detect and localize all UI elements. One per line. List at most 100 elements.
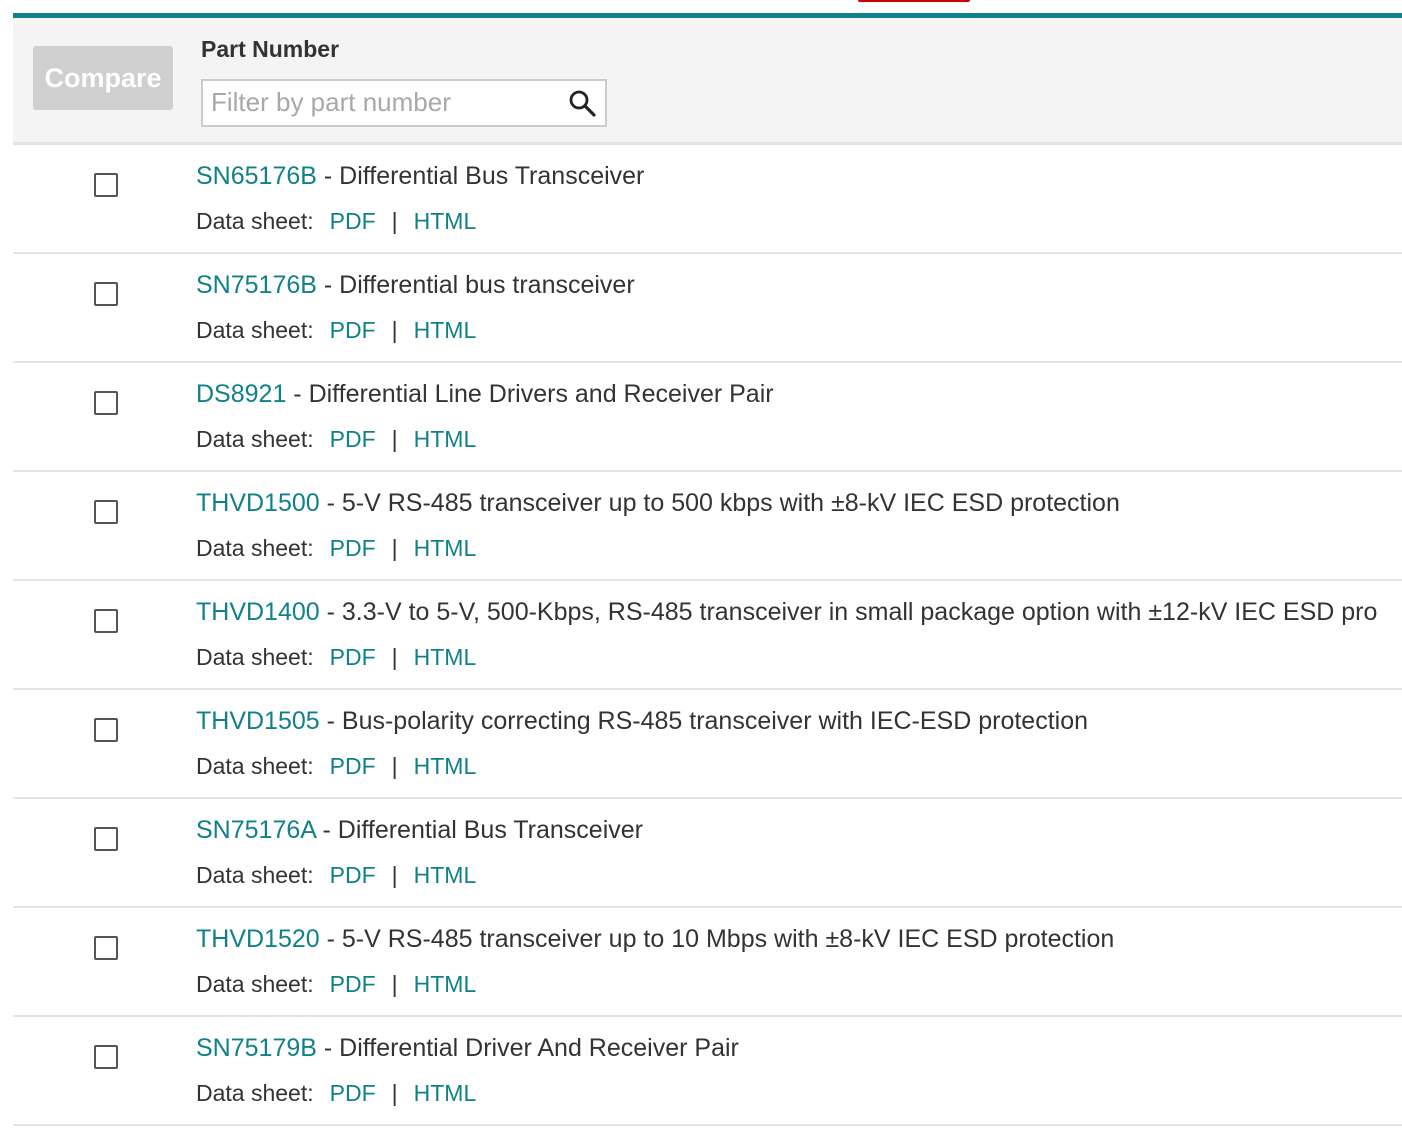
title-separator: - (316, 271, 340, 299)
pdf-link[interactable]: PDF (330, 971, 376, 997)
html-link[interactable]: HTML (414, 971, 477, 997)
link-divider: | (391, 535, 398, 561)
datasheet-label: Data sheet: (196, 862, 314, 888)
compare-checkbox[interactable] (94, 173, 118, 197)
title-separator: - (319, 925, 342, 953)
part-row: SN75176B - Differential bus transceiver … (13, 254, 1402, 363)
part-description: Differential Driver And Receiver Pair (339, 1034, 739, 1062)
part-number-link[interactable]: THVD1520 (196, 925, 320, 953)
part-row: SN75176A - Differential Bus Transceiver … (13, 799, 1402, 908)
part-title: THVD1520 - 5-V RS-485 transceiver up to … (196, 923, 1114, 955)
part-number-link[interactable]: THVD1400 (196, 598, 320, 626)
pdf-link[interactable]: PDF (330, 208, 376, 234)
parts-panel: Compare Part Number SN65176B - Different… (13, 13, 1402, 1136)
page: Compare Part Number SN65176B - Different… (0, 0, 1402, 1136)
part-row: THVD1505 - Bus-polarity correcting RS-48… (13, 690, 1402, 799)
part-number-link[interactable]: SN75176B (196, 271, 317, 299)
part-number-label: Part Number (201, 36, 340, 62)
html-link[interactable]: HTML (414, 862, 477, 888)
title-separator: - (315, 816, 338, 844)
pdf-link[interactable]: PDF (330, 644, 376, 670)
part-row: SN75179B - Differential Driver And Recei… (13, 1017, 1402, 1126)
part-description: 5-V RS-485 transceiver up to 500 kbps wi… (341, 489, 1120, 517)
part-number-link[interactable]: SN75176A (196, 816, 316, 844)
part-description: Bus-polarity correcting RS-485 transceiv… (341, 707, 1089, 735)
part-row: DS8921 - Differential Line Drivers and R… (13, 363, 1402, 472)
html-link[interactable]: HTML (414, 317, 477, 343)
top-tab-edge (858, 0, 970, 2)
filter-input[interactable] (211, 84, 551, 120)
datasheet-label: Data sheet: (196, 644, 314, 670)
compare-checkbox[interactable] (94, 718, 118, 742)
part-number-link[interactable]: SN65176B (196, 162, 317, 190)
pdf-link[interactable]: PDF (330, 426, 376, 452)
compare-checkbox[interactable] (94, 609, 118, 633)
title-separator: - (316, 162, 340, 190)
pdf-link[interactable]: PDF (330, 1080, 376, 1106)
part-description: 3.3-V to 5-V, 500-Kbps, RS-485 transceiv… (341, 598, 1378, 626)
part-row: SN65176B - Differential Bus Transceiver … (13, 145, 1402, 254)
datasheet-label: Data sheet: (196, 535, 314, 561)
compare-checkbox[interactable] (94, 1045, 118, 1069)
link-divider: | (391, 971, 398, 997)
pdf-link[interactable]: PDF (330, 753, 376, 779)
pdf-link[interactable]: PDF (330, 535, 376, 561)
datasheet-links: Data sheet: PDF | HTML (196, 425, 476, 453)
datasheet-label: Data sheet: (196, 208, 314, 234)
html-link[interactable]: HTML (414, 644, 477, 670)
part-number-link[interactable]: SN75179B (196, 1034, 317, 1062)
part-description: Differential Bus Transceiver (339, 162, 645, 190)
compare-button[interactable]: Compare (33, 46, 173, 110)
datasheet-links: Data sheet: PDF | HTML (196, 861, 476, 889)
title-separator: - (319, 598, 342, 626)
link-divider: | (391, 317, 398, 343)
part-row: THVD1500 - 5-V RS-485 transceiver up to … (13, 472, 1402, 581)
html-link[interactable]: HTML (414, 208, 477, 234)
link-divider: | (391, 1080, 398, 1106)
compare-checkbox[interactable] (94, 936, 118, 960)
part-number-link[interactable]: THVD1500 (196, 489, 320, 517)
datasheet-label: Data sheet: (196, 317, 314, 343)
datasheet-links: Data sheet: PDF | HTML (196, 207, 476, 235)
link-divider: | (391, 644, 398, 670)
link-divider: | (391, 753, 398, 779)
datasheet-label: Data sheet: (196, 1080, 314, 1106)
part-number-link[interactable]: THVD1505 (196, 707, 320, 735)
part-description: Differential Line Drivers and Receiver P… (308, 380, 774, 408)
part-number-link[interactable]: DS8921 (196, 380, 286, 408)
part-title: SN75176A - Differential Bus Transceiver (196, 814, 643, 846)
search-icon[interactable] (567, 88, 597, 118)
html-link[interactable]: HTML (414, 426, 477, 452)
compare-header: Compare Part Number (13, 18, 1402, 145)
compare-checkbox[interactable] (94, 391, 118, 415)
pdf-link[interactable]: PDF (330, 317, 376, 343)
html-link[interactable]: HTML (414, 753, 477, 779)
datasheet-links: Data sheet: PDF | HTML (196, 970, 476, 998)
datasheet-label: Data sheet: (196, 753, 314, 779)
parts-list: SN65176B - Differential Bus Transceiver … (13, 145, 1402, 1126)
datasheet-links: Data sheet: PDF | HTML (196, 643, 476, 671)
part-title: SN65176B - Differential Bus Transceiver (196, 160, 644, 192)
part-title: SN75179B - Differential Driver And Recei… (196, 1032, 739, 1064)
compare-checkbox[interactable] (94, 282, 118, 306)
link-divider: | (391, 208, 398, 234)
part-title: THVD1505 - Bus-polarity correcting RS-48… (196, 705, 1088, 737)
compare-checkbox[interactable] (94, 500, 118, 524)
link-divider: | (391, 426, 398, 452)
part-title: THVD1500 - 5-V RS-485 transceiver up to … (196, 487, 1120, 519)
compare-checkbox[interactable] (94, 827, 118, 851)
html-link[interactable]: HTML (414, 535, 477, 561)
part-row: THVD1400 - 3.3-V to 5-V, 500-Kbps, RS-48… (13, 581, 1402, 690)
datasheet-links: Data sheet: PDF | HTML (196, 316, 476, 344)
pdf-link[interactable]: PDF (330, 862, 376, 888)
datasheet-links: Data sheet: PDF | HTML (196, 534, 476, 562)
part-row: THVD1520 - 5-V RS-485 transceiver up to … (13, 908, 1402, 1017)
link-divider: | (391, 862, 398, 888)
title-separator: - (286, 380, 309, 408)
title-separator: - (319, 489, 342, 517)
datasheet-links: Data sheet: PDF | HTML (196, 1079, 476, 1107)
html-link[interactable]: HTML (414, 1080, 477, 1106)
part-title: THVD1400 - 3.3-V to 5-V, 500-Kbps, RS-48… (196, 596, 1377, 628)
part-description: 5-V RS-485 transceiver up to 10 Mbps wit… (341, 925, 1115, 953)
title-separator: - (319, 707, 342, 735)
